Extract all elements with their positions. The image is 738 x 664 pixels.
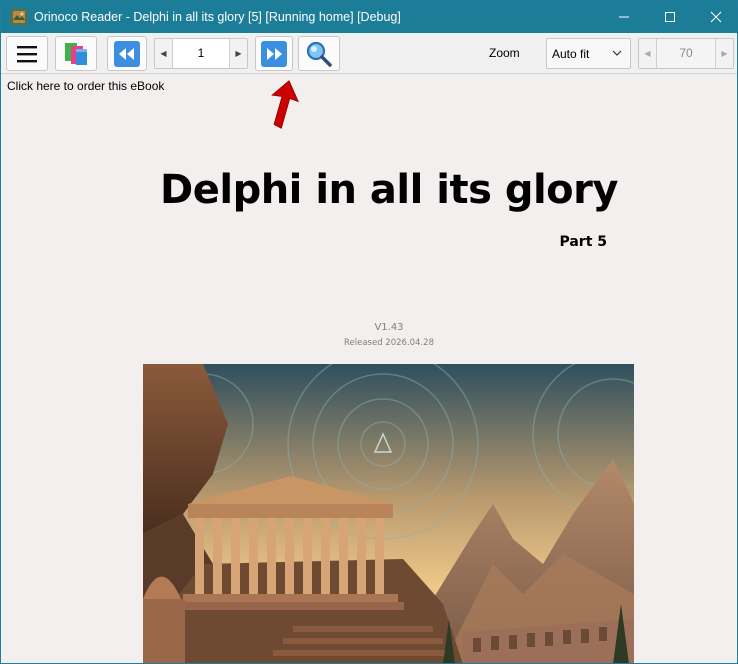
book-part: Part 5 [559, 234, 607, 250]
library-button[interactable] [55, 36, 97, 71]
window-title: Orinoco Reader - Delphi in all its glory… [34, 10, 401, 24]
fast-forward-icon [261, 40, 287, 67]
greek-temple-cover-illustration [143, 364, 634, 663]
book-title: Delphi in all its glory [160, 167, 618, 213]
caret-right-icon: ▶ [721, 49, 728, 58]
release-date: Released 2026.04.28 [344, 338, 434, 348]
title-bar: Orinoco Reader - Delphi in all its glory… [1, 1, 737, 33]
order-ebook-link[interactable]: Click here to order this eBook [7, 79, 164, 93]
magnifier-icon [306, 41, 332, 67]
zoom-increment-button[interactable]: ▶ [715, 39, 733, 68]
menu-button[interactable] [6, 36, 48, 71]
zoom-label: Zoom [489, 46, 520, 60]
search-button[interactable] [298, 36, 340, 71]
book-version: V1.43 [374, 322, 404, 333]
zoom-mode-select[interactable]: Auto fit [546, 38, 631, 69]
books-icon [65, 42, 87, 65]
caret-left-icon: ◀ [644, 49, 651, 58]
page-number-value[interactable]: 1 [173, 46, 229, 60]
red-arrow-pointer-icon [271, 80, 299, 129]
zoom-value[interactable]: 70 [657, 46, 715, 60]
toolbar: ◀ 1 ▶ Zoom Auto fit ◀ 70 ▶ [1, 33, 737, 74]
zoom-value-spinner[interactable]: ◀ 70 ▶ [638, 38, 734, 69]
caret-right-icon: ▶ [235, 49, 242, 58]
next-page-button[interactable] [255, 36, 293, 71]
maximize-icon [665, 12, 675, 22]
minimize-icon [619, 16, 629, 18]
previous-page-button[interactable] [107, 36, 147, 71]
rewind-icon [114, 40, 140, 67]
minimize-button[interactable] [601, 1, 647, 33]
zoom-decrement-button[interactable]: ◀ [639, 39, 657, 68]
maximize-button[interactable] [647, 1, 693, 33]
caret-left-icon: ◀ [160, 49, 167, 58]
app-window: Orinoco Reader - Delphi in all its glory… [0, 0, 738, 664]
document-view[interactable]: Click here to order this eBook Delphi in… [1, 74, 737, 663]
close-icon [710, 11, 722, 23]
app-logo-icon [11, 9, 27, 25]
chevron-down-icon [612, 50, 622, 56]
page-increment-button[interactable]: ▶ [229, 39, 247, 68]
page-number-spinner[interactable]: ◀ 1 ▶ [154, 38, 248, 69]
close-button[interactable] [693, 1, 738, 33]
page-decrement-button[interactable]: ◀ [155, 39, 173, 68]
hamburger-menu-icon [17, 45, 37, 62]
zoom-mode-value: Auto fit [552, 47, 590, 61]
